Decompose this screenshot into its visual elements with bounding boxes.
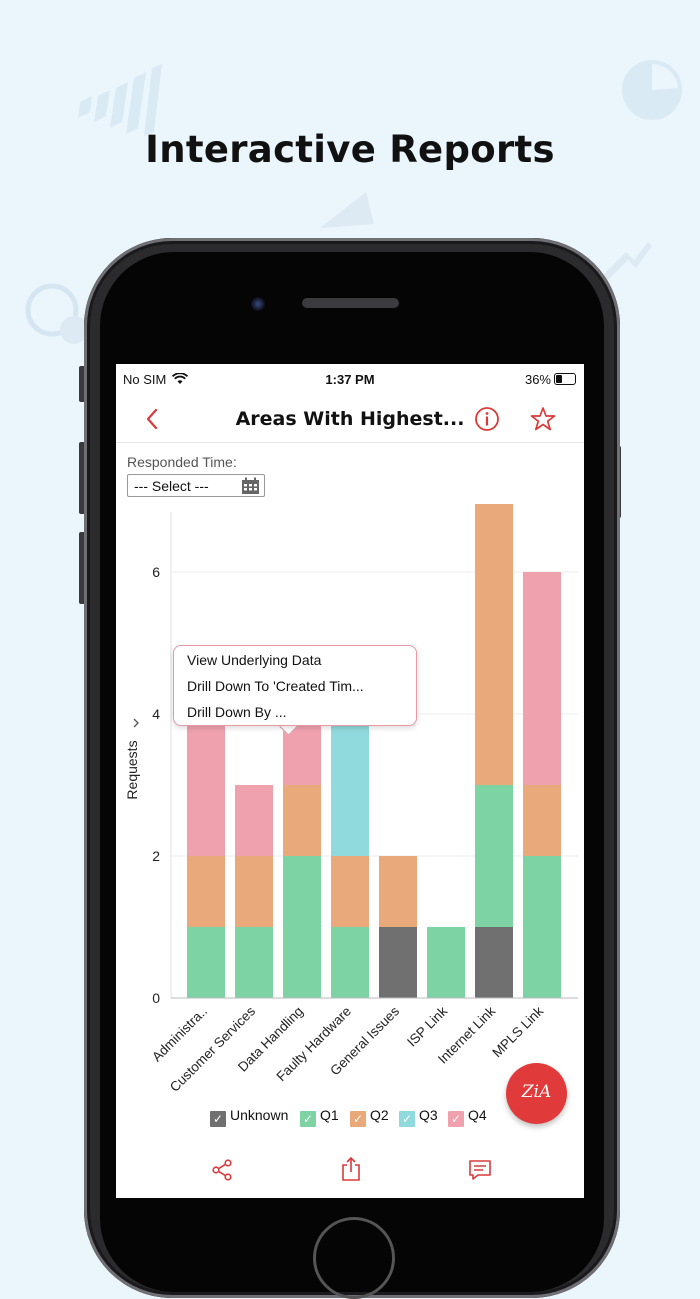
zia-icon: ZiA — [521, 1082, 552, 1102]
pie-chart-deco-icon — [622, 60, 682, 120]
legend-checkbox[interactable]: ✓ — [448, 1111, 464, 1127]
battery-icon — [554, 373, 576, 385]
chevron-icon[interactable] — [133, 718, 139, 728]
bar-segment[interactable] — [187, 714, 225, 856]
menu-item-drill-down-to[interactable]: Drill Down To 'Created Tim... — [187, 676, 364, 696]
bar-segment[interactable] — [475, 504, 513, 785]
headline: Interactive Reports — [145, 128, 555, 171]
bar-segment[interactable] — [379, 927, 417, 998]
legend-checkbox[interactable]: ✓ — [300, 1111, 316, 1127]
legend-item[interactable]: ✓ Q1 — [300, 1107, 339, 1127]
bar-segment[interactable] — [331, 927, 369, 998]
legend-item[interactable]: ✓ Q3 — [399, 1107, 438, 1127]
bar-segment[interactable] — [475, 927, 513, 998]
legend-item[interactable]: ✓ Q2 — [350, 1107, 389, 1127]
legend-checkbox[interactable]: ✓ — [399, 1111, 415, 1127]
bar-segment[interactable] — [235, 927, 273, 998]
bar-segment[interactable] — [331, 714, 369, 856]
triangle-deco-icon — [320, 192, 374, 228]
menu-item-view-underlying-data[interactable]: View Underlying Data — [187, 650, 321, 670]
legend-checkbox[interactable]: ✓ — [350, 1111, 366, 1127]
y-tick-label: 2 — [152, 848, 160, 864]
stacked-bar-chart: 0246Administra..Customer ServicesData Ha… — [124, 504, 578, 1095]
x-tick-label: ISP Link — [404, 1003, 450, 1049]
star-icon[interactable] — [529, 405, 557, 433]
bar-segment[interactable] — [331, 856, 369, 927]
clock: 1:37 PM — [325, 372, 375, 387]
y-tick-label: 0 — [152, 990, 160, 1006]
arrow-deco-icon — [600, 242, 652, 280]
legend-label: Unknown — [230, 1107, 289, 1123]
app-screen: No SIM 1:37 PM 36% Areas With Highest...… — [116, 364, 584, 1198]
share-icon[interactable] — [211, 1159, 233, 1181]
bar-segment[interactable] — [235, 856, 273, 927]
bar-segment[interactable] — [523, 856, 561, 998]
page-title: Areas With Highest... — [235, 408, 465, 430]
menu-item-drill-down-by[interactable]: Drill Down By ... — [187, 702, 287, 722]
comment-icon[interactable] — [468, 1159, 492, 1181]
bar-segment[interactable] — [523, 572, 561, 785]
bar-segment[interactable] — [235, 785, 273, 856]
calendar-icon[interactable] — [241, 477, 260, 495]
y-tick-label: 6 — [152, 564, 160, 580]
bar-chart-deco-icon — [78, 64, 162, 136]
date-select-value: --- Select --- — [134, 478, 209, 494]
bar-segment[interactable] — [187, 927, 225, 998]
filter-label: Responded Time: — [127, 454, 237, 470]
zia-button[interactable]: ZiA — [506, 1063, 567, 1124]
legend-label: Q4 — [468, 1107, 487, 1123]
battery-status: 36% — [525, 372, 576, 387]
status-bar: No SIM 1:37 PM 36% — [116, 370, 584, 392]
export-icon[interactable] — [340, 1156, 362, 1182]
y-tick-label: 4 — [152, 706, 160, 722]
bar-segment[interactable] — [523, 785, 561, 856]
gear-deco-icon — [25, 283, 88, 344]
battery-percent: 36% — [524, 372, 551, 387]
x-tick-label: MPLS Link — [489, 1003, 546, 1060]
front-camera — [251, 297, 265, 311]
bar-segment[interactable] — [427, 927, 465, 998]
legend-label: Q3 — [419, 1107, 438, 1123]
bar-segment[interactable] — [283, 856, 321, 998]
nav-bar: Areas With Highest... — [116, 398, 584, 443]
legend-item[interactable]: ✓ Q4 — [448, 1107, 487, 1127]
earpiece-speaker — [302, 298, 399, 308]
legend-label: Q2 — [370, 1107, 389, 1123]
y-axis-label[interactable]: Requests — [124, 740, 140, 799]
bar-segment[interactable] — [187, 856, 225, 927]
legend-checkbox[interactable]: ✓ — [210, 1111, 226, 1127]
chart-context-menu: View Underlying Data Drill Down To 'Crea… — [173, 645, 417, 726]
bar-segment[interactable] — [283, 785, 321, 856]
bar-segment[interactable] — [475, 785, 513, 927]
home-button — [313, 1217, 395, 1299]
legend-item[interactable]: ✓ Unknown — [210, 1107, 288, 1127]
legend-label: Q1 — [320, 1107, 339, 1123]
date-select[interactable]: --- Select --- — [127, 474, 265, 497]
x-tick-label: Customer Services — [167, 1003, 258, 1094]
bar-segment[interactable] — [379, 856, 417, 927]
info-icon[interactable] — [473, 405, 501, 433]
